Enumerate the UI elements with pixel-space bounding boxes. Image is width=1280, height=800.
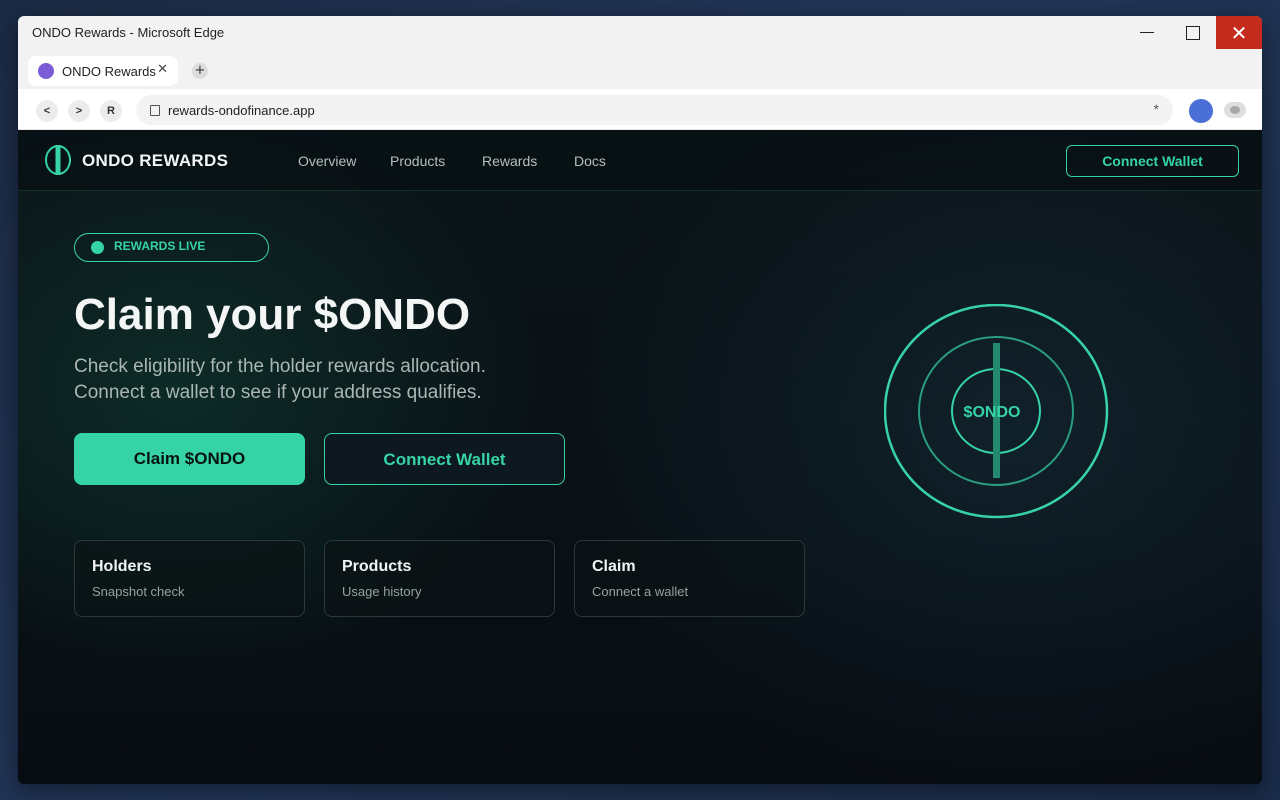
maximize-button[interactable] (1170, 16, 1216, 49)
info-card-holders: Holders Snapshot check (74, 540, 305, 617)
site-header: ONDO REWARDS Overview Products Rewards D… (18, 130, 1262, 191)
hero-title: Claim your $ONDO (74, 290, 471, 339)
page-content: ONDO REWARDS Overview Products Rewards D… (18, 130, 1262, 784)
card-subtitle: Snapshot check (92, 584, 185, 599)
extension-icon[interactable] (1224, 102, 1246, 118)
page-icon (150, 104, 160, 116)
nav-overview[interactable]: Overview (298, 153, 356, 169)
connect-wallet-button[interactable]: Connect Wallet (324, 433, 565, 485)
window-title: ONDO Rewards - Microsoft Edge (32, 25, 225, 40)
back-button[interactable]: < (36, 100, 58, 122)
hero-subtitle-line-2: Connect a wallet to see if your address … (74, 382, 482, 403)
tab-strip: ONDO Rewards ✕ + (18, 49, 1262, 89)
minimize-icon (1140, 32, 1154, 33)
brand-name[interactable]: ONDO REWARDS (82, 151, 228, 171)
token-label: $ONDO (964, 404, 1021, 421)
close-window-button[interactable]: ✕ (1216, 16, 1262, 49)
ondo-logo-icon[interactable] (44, 144, 72, 176)
ondo-token-graphic: $ONDO (884, 304, 1109, 519)
hero-subtitle: Check eligibility for the holder rewards… (74, 354, 486, 406)
address-bar-row: < > R rewards-ondofinance.app * (18, 89, 1262, 130)
card-subtitle: Connect a wallet (592, 584, 689, 599)
maximize-icon (1186, 25, 1200, 40)
favicon-icon (38, 63, 54, 79)
hero-subtitle-line-1: Check eligibility for the holder rewards… (74, 356, 486, 377)
forward-button[interactable]: > (68, 100, 90, 122)
profile-avatar[interactable] (1189, 99, 1213, 123)
title-bar: ONDO Rewards - Microsoft Edge ✕ (18, 16, 1262, 49)
close-icon: ✕ (1230, 20, 1248, 45)
info-card-products: Products Usage history (324, 540, 555, 617)
claim-ondo-button[interactable]: Claim $ONDO (74, 433, 305, 485)
nav-docs[interactable]: Docs (574, 153, 606, 169)
url-text: rewards-ondofinance.app (168, 102, 315, 118)
tab-title: ONDO Rewards (62, 63, 156, 79)
url-input[interactable]: rewards-ondofinance.app * (136, 95, 1173, 125)
status-dot-icon (91, 241, 104, 254)
card-title: Products (342, 558, 412, 575)
info-card-claim: Claim Connect a wallet (574, 540, 805, 617)
card-title: Claim (592, 558, 636, 575)
rewards-live-badge: REWARDS LIVE (74, 233, 269, 262)
nav-rewards[interactable]: Rewards (482, 153, 537, 169)
tab-close-icon[interactable]: ✕ (157, 62, 168, 77)
new-tab-button[interactable]: + (192, 63, 208, 79)
header-connect-wallet-button[interactable]: Connect Wallet (1066, 145, 1239, 177)
card-title: Holders (92, 558, 152, 575)
reload-button[interactable]: R (100, 100, 122, 122)
minimize-button[interactable] (1124, 16, 1170, 49)
browser-window: ONDO Rewards - Microsoft Edge ✕ ONDO Rew… (18, 16, 1262, 784)
badge-label: REWARDS LIVE (114, 238, 206, 253)
favorite-icon[interactable]: * (1154, 101, 1159, 117)
tab-ondo-rewards[interactable]: ONDO Rewards ✕ (28, 56, 178, 86)
card-subtitle: Usage history (342, 584, 422, 599)
nav-products[interactable]: Products (390, 153, 445, 169)
